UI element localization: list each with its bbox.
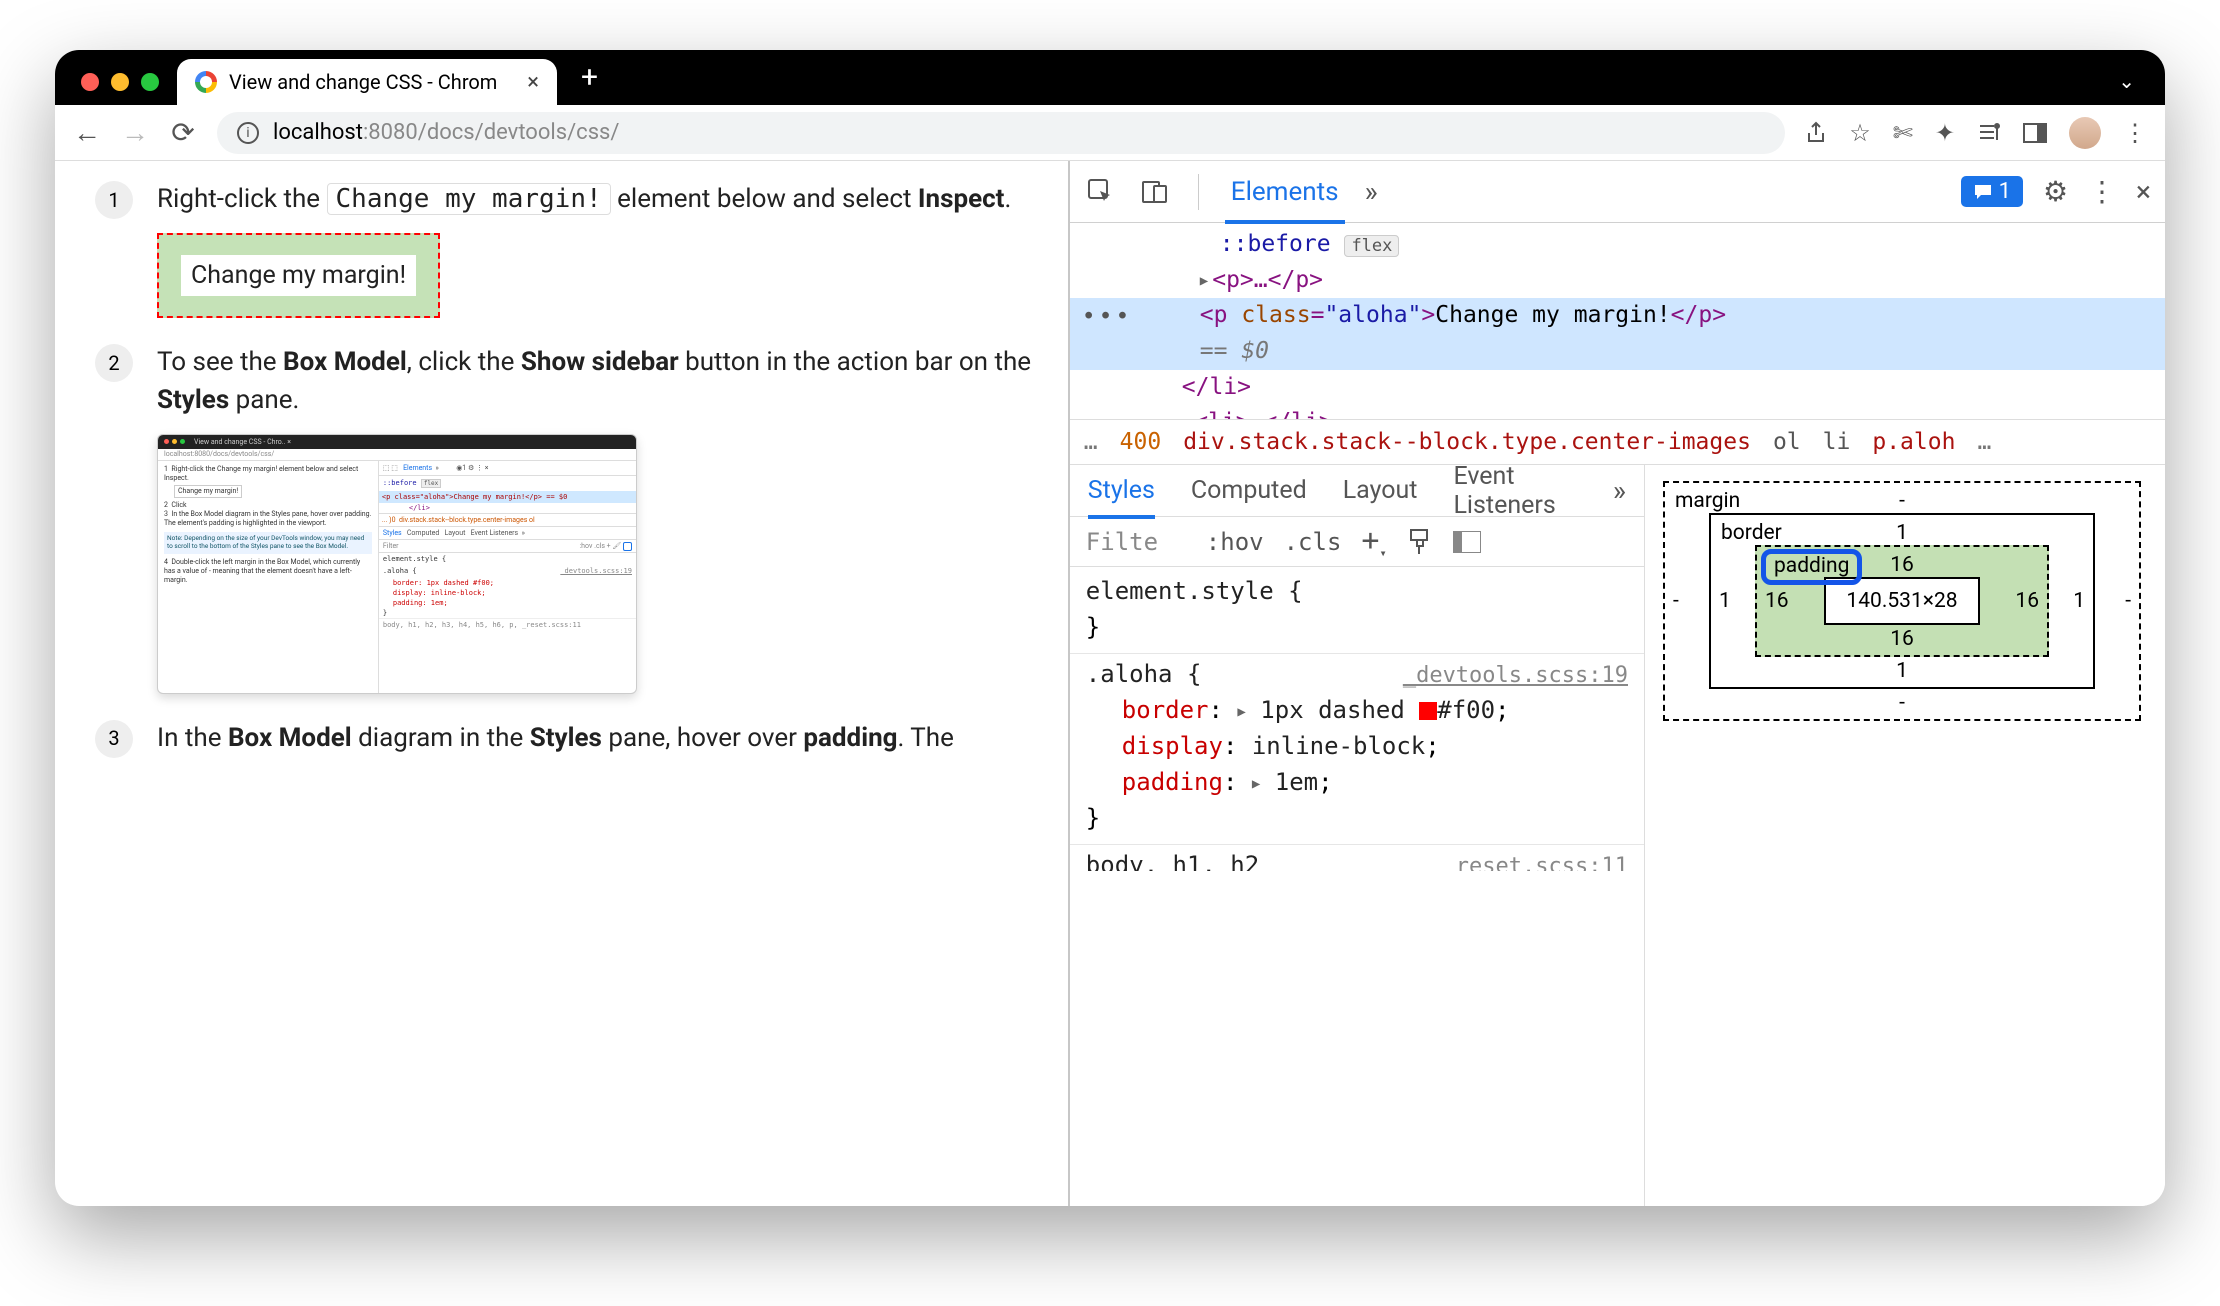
extensions-icon[interactable]: ✦ xyxy=(1935,119,1955,147)
bm-margin[interactable]: margin - - - - border 1 1 1 1 xyxy=(1663,481,2141,721)
menu-icon[interactable]: ⋮ xyxy=(2123,119,2147,147)
expand-icon[interactable]: ▶ xyxy=(1200,273,1208,289)
minimize-window-button[interactable] xyxy=(111,73,129,91)
demo-element[interactable]: Change my margin! xyxy=(181,255,416,296)
color-swatch[interactable] xyxy=(1419,702,1437,720)
reveal-hidden-icon[interactable]: ••• xyxy=(1082,300,1133,336)
rule-aloha[interactable]: .aloha { _devtools.scss:19 border: ▶ 1px… xyxy=(1070,654,1644,845)
share-icon[interactable] xyxy=(1805,121,1827,145)
more-styles-tabs-icon[interactable]: » xyxy=(1613,474,1626,507)
tab-strip: View and change CSS - Chrom × + ⌄ xyxy=(55,50,2165,105)
styles-pane: Styles Computed Layout Event Listeners »… xyxy=(1070,465,1645,1206)
more-tabs-icon[interactable]: » xyxy=(1365,175,1378,208)
tab-list-chevron-icon[interactable]: ⌄ xyxy=(2088,69,2165,105)
code-chip: Change my margin! xyxy=(327,183,611,215)
dom-breadcrumbs[interactable]: … 400 div.stack.stack--block.type.center… xyxy=(1070,419,2165,465)
tab-title: View and change CSS - Chrom xyxy=(229,70,515,94)
rule-element-style[interactable]: element.style { } xyxy=(1070,571,1644,654)
reading-list-icon[interactable] xyxy=(1977,122,2001,144)
tab-elements[interactable]: Elements xyxy=(1225,177,1345,224)
devtools-menu-icon[interactable]: ⋮ xyxy=(2088,175,2116,208)
step-number: 1 xyxy=(95,181,133,219)
dom-tree[interactable]: ::before flex ▶<p>…</p> ••• <p class="al… xyxy=(1070,223,2165,419)
step1-text-b: element below and select xyxy=(617,184,918,214)
step1-inspect: Inspect xyxy=(918,184,1005,214)
hov-toggle[interactable]: :hov xyxy=(1206,528,1264,556)
toolbar-right: ☆ ✄ ✦ ⋮ xyxy=(1805,117,2147,149)
rule-body[interactable]: body, h1, h2 _reset.scss:11 xyxy=(1070,845,1644,871)
styles-action-bar: Filte :hov .cls +▾ xyxy=(1070,517,1644,567)
crumb-li[interactable]: li xyxy=(1823,429,1851,455)
chrome-favicon xyxy=(195,71,217,93)
side-panel-icon[interactable] xyxy=(2023,123,2047,143)
padding-highlight-ring: padding xyxy=(1761,549,1862,585)
styles-lower: Styles Computed Layout Event Listeners »… xyxy=(1070,465,2165,1206)
content-area: 1 Right-click the Change my margin! elem… xyxy=(55,161,2165,1206)
styles-filter-input[interactable]: Filte xyxy=(1086,528,1186,556)
style-rules[interactable]: element.style { } .aloha { _devtools.scs… xyxy=(1070,567,1644,1206)
reload-button[interactable]: ⟳ xyxy=(169,116,197,149)
crumb-ol[interactable]: ol xyxy=(1773,429,1801,455)
address-bar[interactable]: i localhost:8080/docs/devtools/css/ xyxy=(217,112,1785,154)
box-model-diagram[interactable]: margin - - - - border 1 1 1 1 xyxy=(1663,481,2141,721)
selected-dom-node[interactable]: ••• <p class="aloha">Change my margin!</… xyxy=(1070,298,2165,369)
show-sidebar-button[interactable] xyxy=(1453,531,1481,553)
tab-styles[interactable]: Styles xyxy=(1088,476,1155,519)
paint-brush-icon[interactable] xyxy=(1407,528,1433,556)
step-number: 2 xyxy=(95,344,133,382)
close-tab-icon[interactable]: × xyxy=(527,70,539,95)
devtools-toolbar: Elements » 1 ⚙ ⋮ × xyxy=(1070,161,2165,223)
url-host: localhost xyxy=(273,120,363,145)
styles-tabs: Styles Computed Layout Event Listeners » xyxy=(1070,465,1644,517)
profile-avatar[interactable] xyxy=(2069,117,2101,149)
bookmark-icon[interactable]: ☆ xyxy=(1849,119,1871,147)
devtools-panel: Elements » 1 ⚙ ⋮ × ::before flex ▶<p>…</… xyxy=(1068,161,2165,1206)
zoom-window-button[interactable] xyxy=(141,73,159,91)
forward-button[interactable]: → xyxy=(121,116,149,149)
step-number: 3 xyxy=(95,720,133,758)
inspect-element-icon[interactable] xyxy=(1084,175,1118,209)
bm-border[interactable]: border 1 1 1 1 padding 16 16 16 xyxy=(1709,513,2095,689)
flex-badge[interactable]: flex xyxy=(1344,235,1399,257)
scissors-icon[interactable]: ✄ xyxy=(1893,119,1913,147)
url-toolbar: ← → ⟳ i localhost:8080/docs/devtools/css… xyxy=(55,105,2165,161)
site-info-icon[interactable]: i xyxy=(237,122,259,144)
issues-badge[interactable]: 1 xyxy=(1961,176,2023,207)
window-controls xyxy=(75,73,177,105)
step-2: 2 To see the Box Model, click the Show s… xyxy=(95,344,1044,693)
bm-padding[interactable]: padding 16 16 16 16 140.531×28 xyxy=(1755,545,2049,657)
browser-tab[interactable]: View and change CSS - Chrom × xyxy=(177,59,557,105)
close-window-button[interactable] xyxy=(81,73,99,91)
browser-window: View and change CSS - Chrom × + ⌄ ← → ⟳ … xyxy=(55,50,2165,1206)
crumb-p[interactable]: p.aloh xyxy=(1872,429,1955,455)
screenshot-thumbnail: View and change CSS - Chro.. × localhost… xyxy=(157,434,637,694)
tab-layout[interactable]: Layout xyxy=(1343,476,1418,505)
cls-toggle[interactable]: .cls xyxy=(1284,528,1342,556)
tab-event-listeners[interactable]: Event Listeners xyxy=(1453,462,1576,520)
step1-text-a: Right-click the xyxy=(157,184,327,214)
devtools-close-icon[interactable]: × xyxy=(2136,175,2151,208)
box-model-pane: margin - - - - border 1 1 1 1 xyxy=(1645,465,2165,1206)
settings-icon[interactable]: ⚙ xyxy=(2043,175,2068,208)
crumb-div[interactable]: div.stack.stack--block.type.center-image… xyxy=(1183,429,1751,455)
url-port: :8080 xyxy=(363,120,418,145)
step-1: 1 Right-click the Change my margin! elem… xyxy=(95,181,1044,318)
tab-computed[interactable]: Computed xyxy=(1191,476,1307,505)
source-link[interactable]: _devtools.scss:19 xyxy=(1403,659,1628,692)
back-button[interactable]: ← xyxy=(73,116,101,149)
demo-element-wrap: Change my margin! xyxy=(157,233,440,319)
url-path: /docs/devtools/css/ xyxy=(418,120,620,145)
step-3: 3 In the Box Model diagram in the Styles… xyxy=(95,720,1044,758)
new-style-rule-button[interactable]: +▾ xyxy=(1361,523,1386,560)
rendered-page: 1 Right-click the Change my margin! elem… xyxy=(55,161,1068,1206)
device-toggle-icon[interactable] xyxy=(1138,175,1172,209)
new-tab-button[interactable]: + xyxy=(557,60,622,105)
